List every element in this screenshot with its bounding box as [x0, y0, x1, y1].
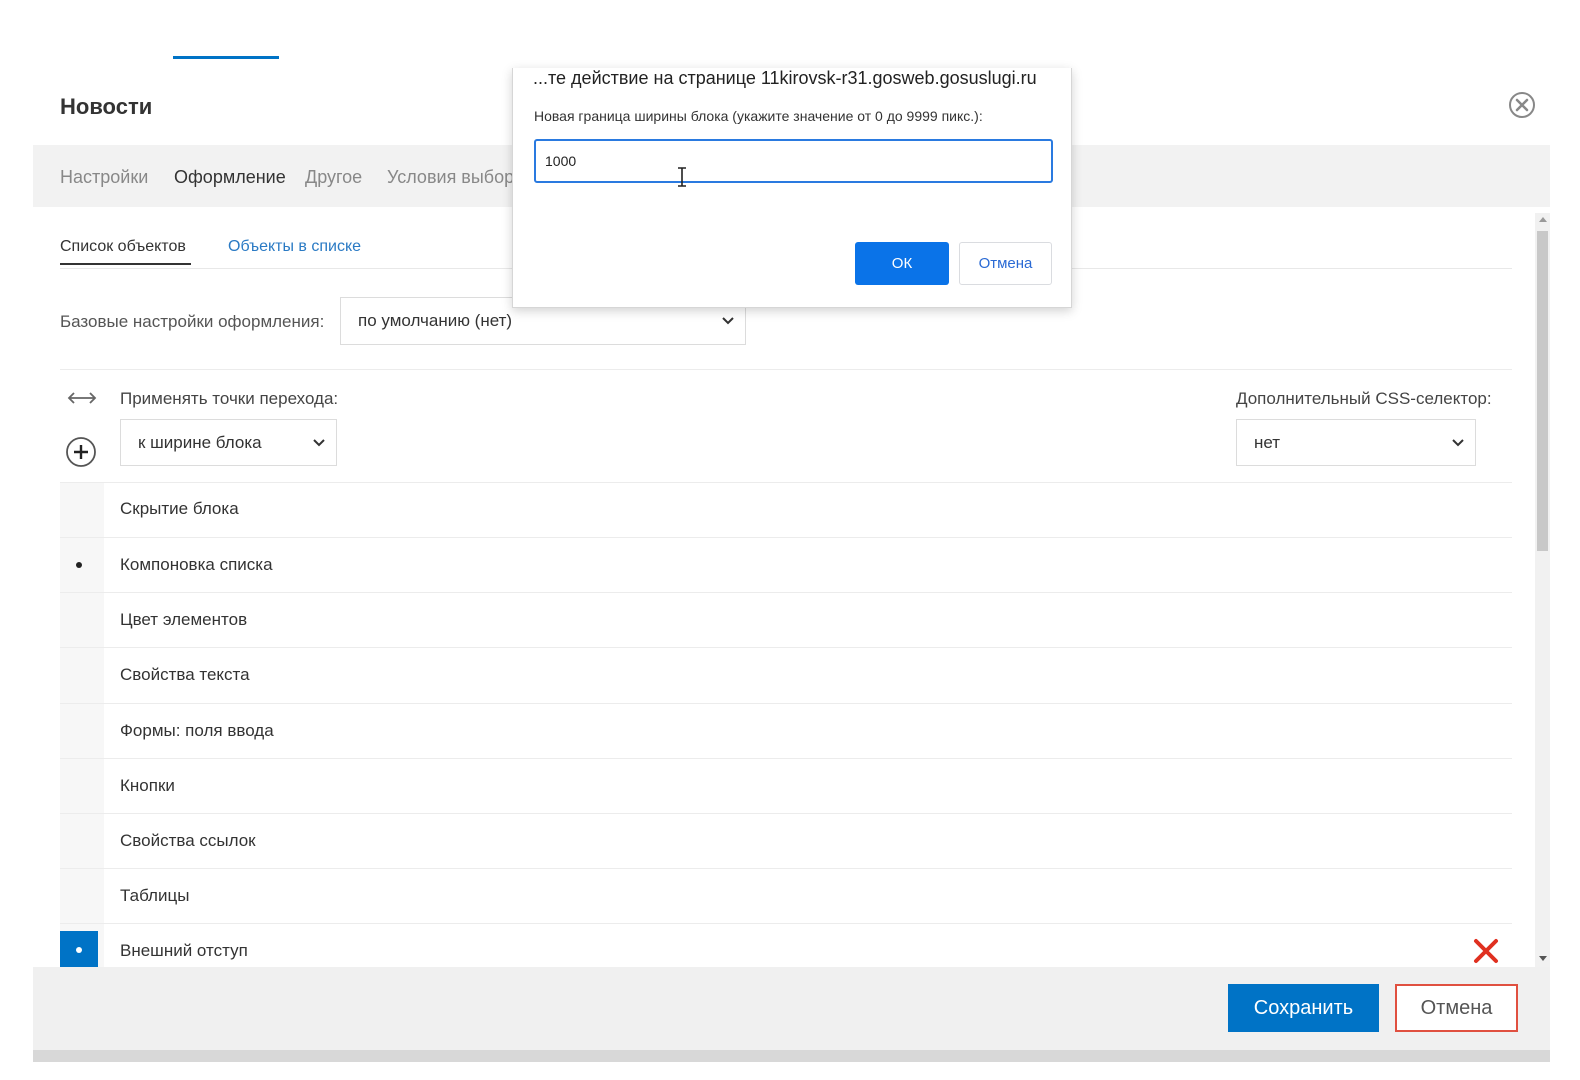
section-element-color[interactable]: Цвет элементов [120, 610, 247, 630]
section-outer-margin[interactable]: Внешний отступ [120, 941, 248, 961]
divider [60, 369, 1512, 370]
horizontal-arrows-icon [67, 392, 97, 404]
divider [60, 758, 1512, 759]
divider [60, 537, 1512, 538]
divider [60, 482, 1512, 483]
section-tables[interactable]: Таблицы [120, 886, 189, 906]
section-form-inputs[interactable]: Формы: поля ввода [120, 721, 274, 741]
section-buttons[interactable]: Кнопки [120, 776, 175, 796]
section-text-properties[interactable]: Свойства текста [120, 665, 250, 685]
divider [60, 923, 1512, 924]
active-subtab-indicator [60, 263, 191, 265]
breakpoints-value: к ширине блока [138, 432, 262, 452]
base-settings-label: Базовые настройки оформления: [60, 312, 325, 331]
tab-appearance[interactable]: Оформление [174, 167, 286, 188]
tab-other[interactable]: Другое [305, 167, 362, 188]
prompt-title: ...те действие на странице 11kirovsk-r31… [533, 68, 1037, 88]
prompt-cancel-button[interactable]: Отмена [959, 242, 1052, 285]
tab-selection-conditions[interactable]: Условия выбор [387, 167, 514, 188]
section-list-layout[interactable]: Компоновка списка [120, 555, 273, 575]
section-link-properties[interactable]: Свойства ссылок [120, 831, 256, 851]
scroll-up-arrow-icon[interactable] [1539, 217, 1547, 222]
breakpoints-select[interactable]: к ширине блока [120, 419, 337, 466]
modal-title: Новости [60, 94, 153, 119]
chevron-down-icon [722, 317, 734, 325]
divider [60, 868, 1512, 869]
css-selector-label: Дополнительный CSS-селектор: [1236, 389, 1492, 408]
ok-button[interactable]: ОК [855, 242, 949, 285]
close-circle-icon[interactable] [1508, 91, 1536, 119]
remove-x-icon[interactable] [1472, 937, 1500, 965]
section-hide-block[interactable]: Скрытие блока [120, 499, 239, 519]
text-cursor-icon [678, 167, 686, 187]
footer-edge [33, 1050, 1550, 1062]
prompt-message: Новая граница ширины блока (укажите знач… [534, 108, 983, 124]
divider [60, 703, 1512, 704]
css-selector-value: нет [1254, 432, 1281, 452]
prompt-input[interactable] [534, 139, 1053, 183]
subtab-object-list[interactable]: Список объектов [60, 238, 186, 256]
page: Новости Настройки Оформление Другое Усло… [0, 0, 1580, 1080]
scroll-down-arrow-icon[interactable] [1539, 956, 1547, 961]
section-active-marker [60, 931, 98, 969]
cancel-button[interactable]: Отмена [1395, 984, 1518, 1032]
css-selector-select[interactable]: нет [1236, 419, 1476, 466]
marker-dot [76, 947, 82, 953]
scrollbar[interactable] [1535, 213, 1550, 967]
active-tab-indicator [173, 56, 279, 59]
breakpoints-label: Применять точки перехода: [120, 389, 339, 408]
subtab-objects-in-list[interactable]: Объекты в списке [228, 238, 361, 256]
scrollbar-thumb[interactable] [1537, 231, 1548, 551]
divider [60, 647, 1512, 648]
divider [60, 592, 1512, 593]
divider [60, 813, 1512, 814]
add-circle-icon[interactable] [65, 436, 97, 468]
save-button[interactable]: Сохранить [1228, 984, 1379, 1032]
chevron-down-icon [1452, 438, 1464, 446]
section-marker-dot [76, 562, 82, 568]
base-settings-value: по умолчанию (нет) [358, 311, 513, 330]
chevron-down-icon [313, 438, 325, 446]
prompt-dialog: ...те действие на странице 11kirovsk-r31… [512, 68, 1072, 308]
tab-settings[interactable]: Настройки [60, 167, 148, 188]
section-markers-column [60, 482, 104, 967]
